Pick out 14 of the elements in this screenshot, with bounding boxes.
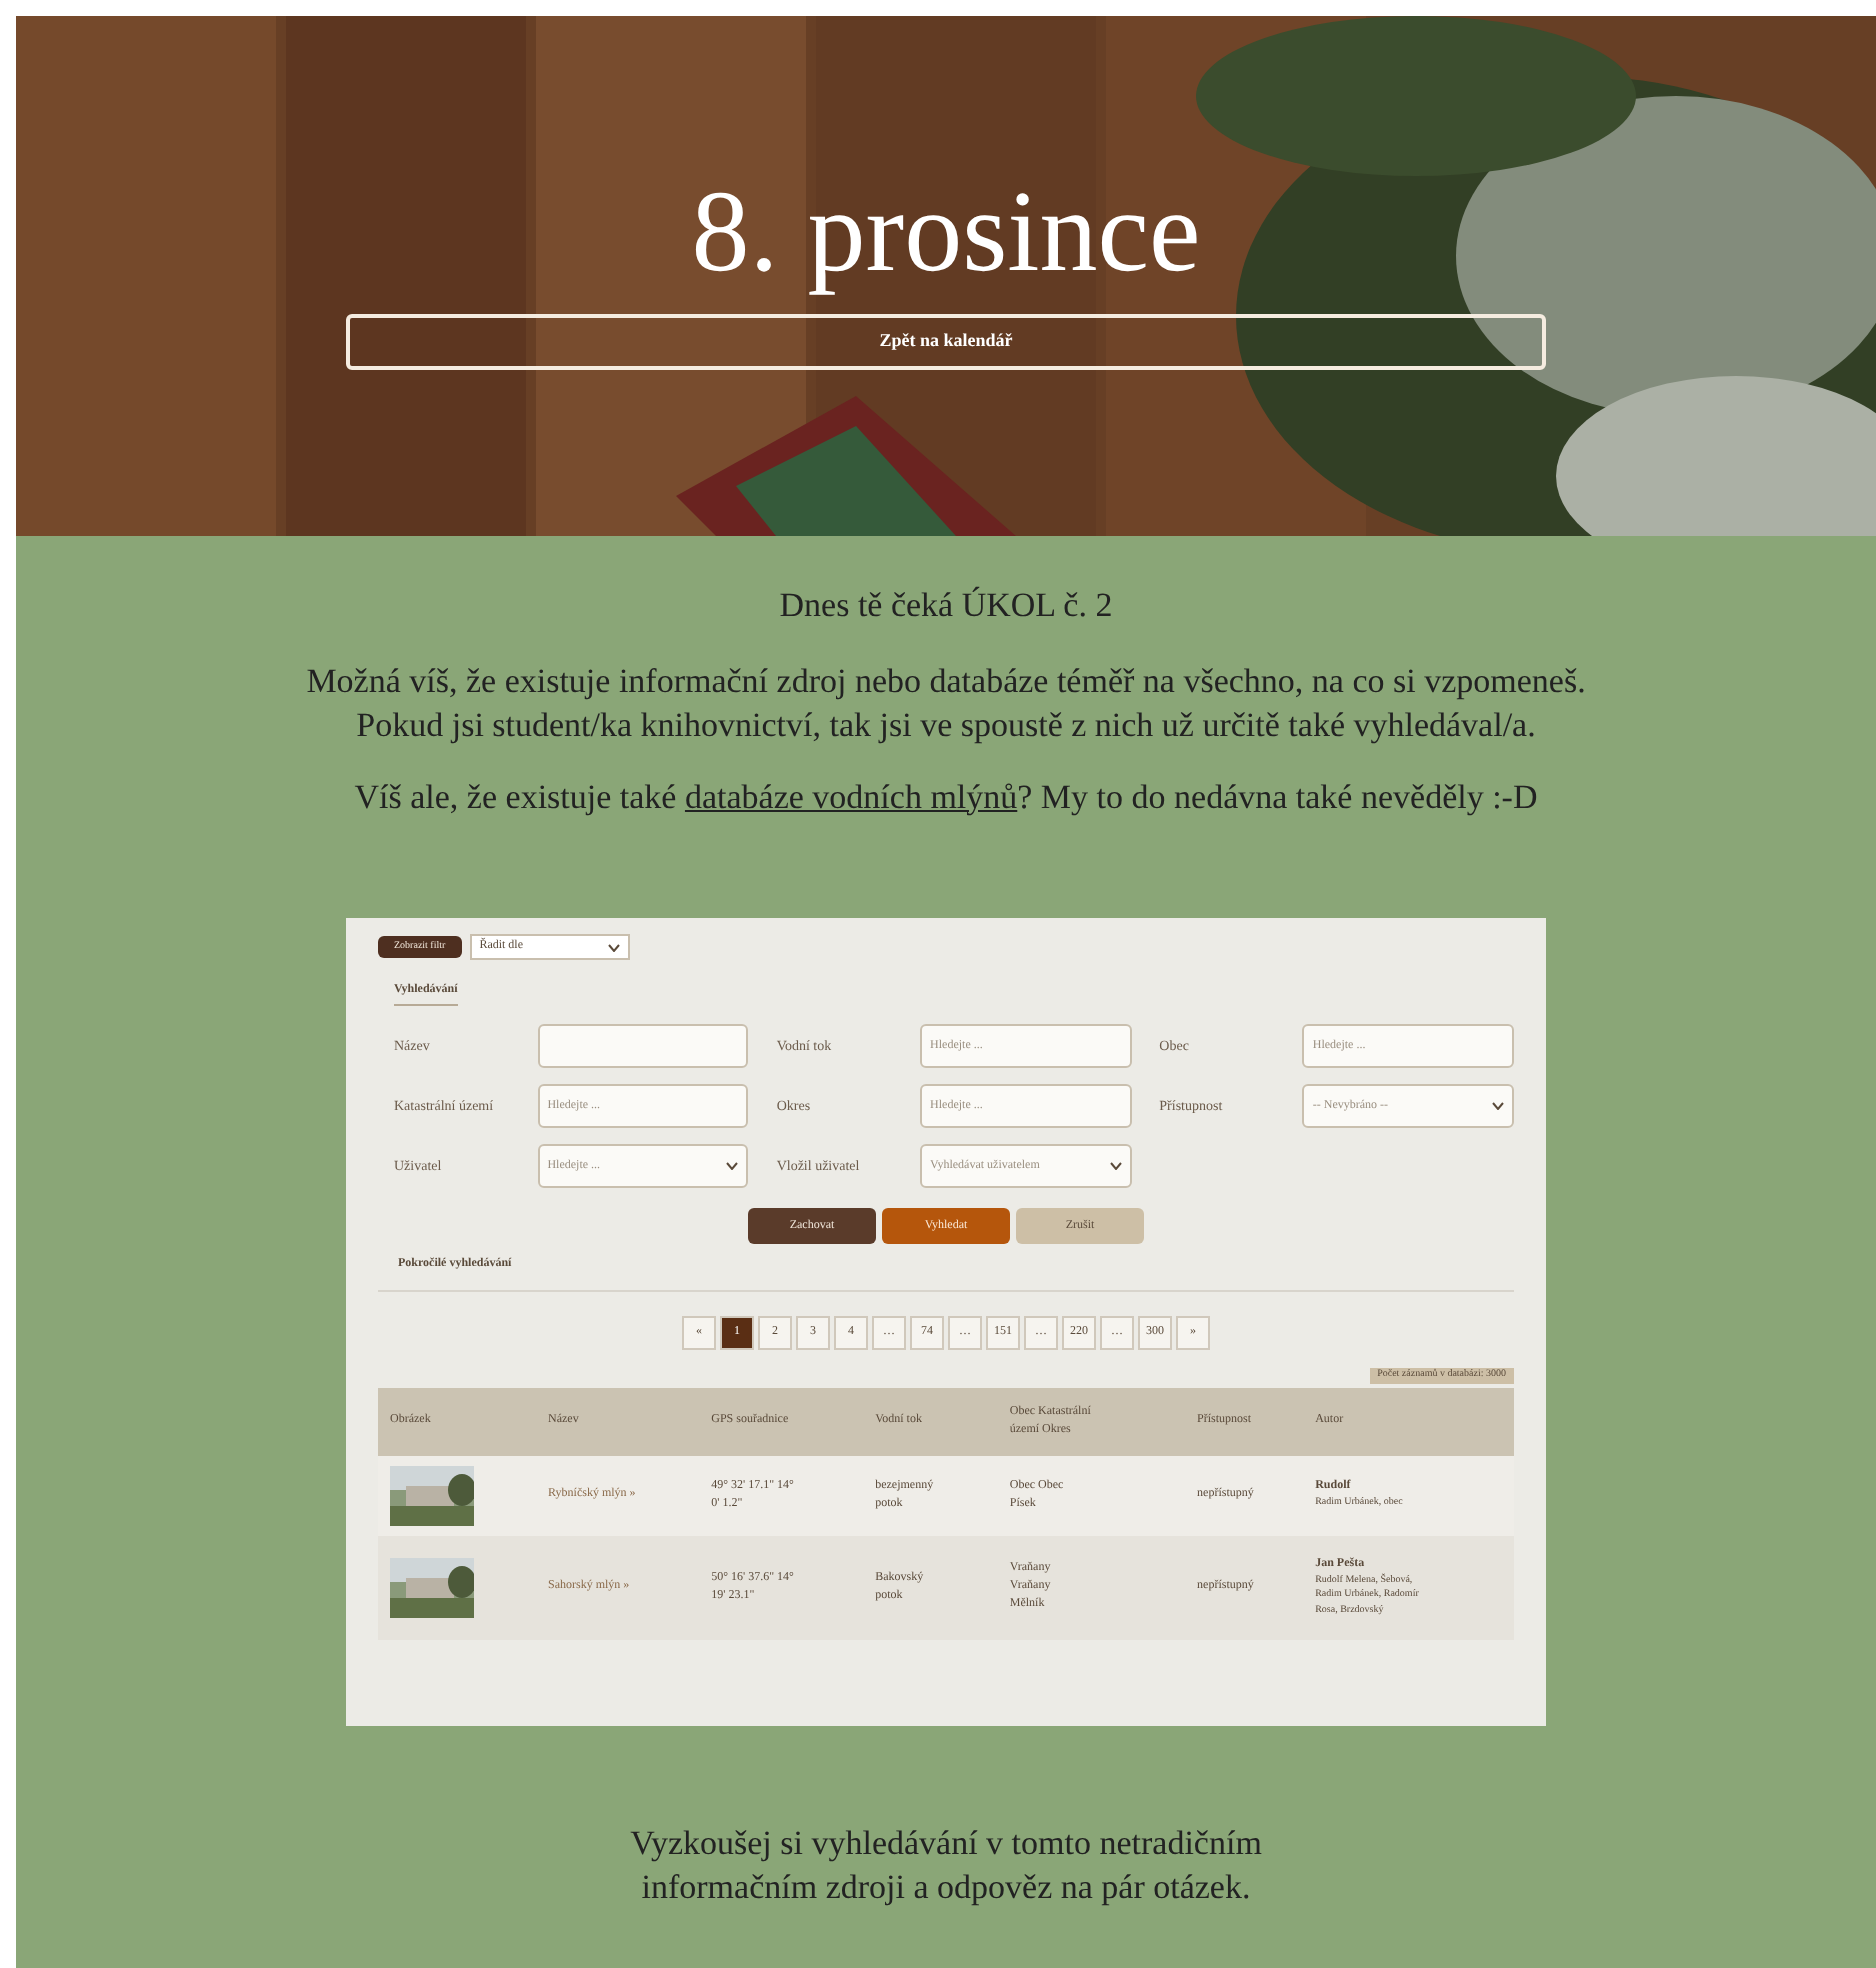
intro-text: Pokud jsi student/ka knihovnictví, tak jsi ve spoustě z nich už určitě také vyhledával/a. bbox=[354, 703, 1538, 747]
task-heading: Dnes tě čeká ÚKOL č. 2 bbox=[777, 584, 1115, 628]
chevron-down-icon bbox=[726, 1162, 739, 1170]
back-to-calendar-button[interactable]: Zpět na kalendář bbox=[346, 314, 1546, 370]
page-title: 8. prosince bbox=[691, 174, 1201, 290]
mill-database-text: Víš ale, že existuje také databáze vodních mlýnů? My to do nedávna také nevěděly :-D bbox=[352, 775, 1540, 820]
mill-database-link[interactable]: databáze vodních mlýnů bbox=[684, 777, 1018, 815]
chevron-down-icon bbox=[1491, 1102, 1504, 1110]
chevron-down-icon bbox=[1109, 1162, 1122, 1170]
outro-text: Vyzkoušej si vyhledávání v tomto netradičním bbox=[628, 1822, 1264, 1866]
input-field[interactable] bbox=[537, 1024, 749, 1068]
intro-text: Možná víš, že existuje informační zdroj nebo databáze téměř na všechno, na co si vzpomeneš. bbox=[304, 659, 1588, 703]
chevron-down-icon bbox=[607, 943, 620, 951]
outro-text: informačním zdroji a odpověz na pár otázek. bbox=[639, 1866, 1253, 1910]
